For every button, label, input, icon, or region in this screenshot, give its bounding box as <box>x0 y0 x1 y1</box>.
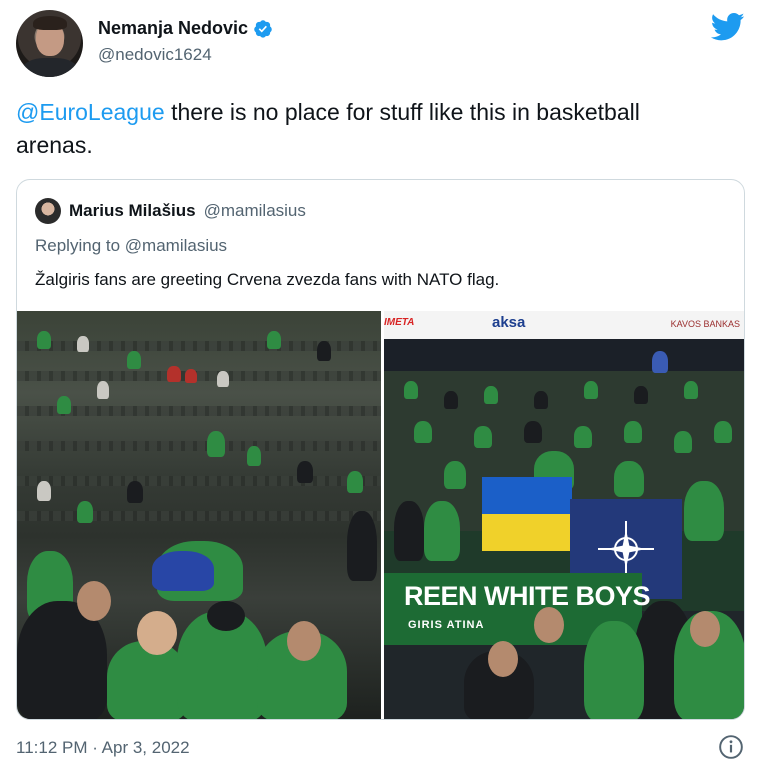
twitter-bird-icon[interactable] <box>711 12 745 42</box>
author-avatar[interactable] <box>16 10 83 77</box>
fan-banner-text: REEN WHITE BOYS <box>404 581 651 611</box>
author-display-name[interactable]: Nemanja Nedovic <box>98 18 248 39</box>
sponsor-banner: IMETA aksa KAVOS BANKAS <box>384 311 744 339</box>
sponsor-right: KAVOS BANKAS <box>670 319 740 329</box>
mention-link[interactable]: @EuroLeague <box>16 99 165 125</box>
replying-prefix: Replying to <box>35 236 125 255</box>
photo-arena-stands[interactable] <box>17 311 381 719</box>
tweet-text: @EuroLeague there is no place for stuff … <box>16 96 716 162</box>
sponsor-left: IMETA <box>384 317 415 328</box>
sponsor-center: aksa <box>492 314 526 331</box>
replying-mention-link[interactable]: @mamilasius <box>125 236 227 255</box>
quoted-tweet-media: IMETA aksa KAVOS BANKAS REEN WHITE BOYS … <box>17 311 744 719</box>
quoted-author-avatar[interactable] <box>35 198 61 224</box>
quoted-tweet-header: Marius Milašius @mamilasius <box>35 198 306 224</box>
photo-fans-with-flags[interactable]: IMETA aksa KAVOS BANKAS REEN WHITE BOYS … <box>384 311 744 719</box>
quoted-tweet[interactable]: Marius Milašius @mamilasius Replying to … <box>16 179 745 720</box>
tweet-header: Nemanja Nedovic @nedovic1624 <box>16 10 745 78</box>
quoted-author-handle[interactable]: @mamilasius <box>204 201 306 221</box>
replying-to: Replying to @mamilasius <box>35 236 227 256</box>
verified-badge-icon <box>253 19 273 39</box>
ukraine-flag <box>482 477 572 551</box>
fan-banner-subtext: GIRIS ATINA <box>408 619 485 631</box>
author-handle[interactable]: @nedovic1624 <box>98 45 273 65</box>
author-name-row[interactable]: Nemanja Nedovic <box>98 18 273 39</box>
tweet-timestamp[interactable]: 11:12 PM · Apr 3, 2022 <box>16 738 190 758</box>
quoted-tweet-text: Žalgiris fans are greeting Crvena zvezda… <box>35 270 500 289</box>
info-icon[interactable] <box>718 734 744 760</box>
quoted-author-name[interactable]: Marius Milašius <box>69 201 196 221</box>
author-info: Nemanja Nedovic @nedovic1624 <box>98 18 273 65</box>
